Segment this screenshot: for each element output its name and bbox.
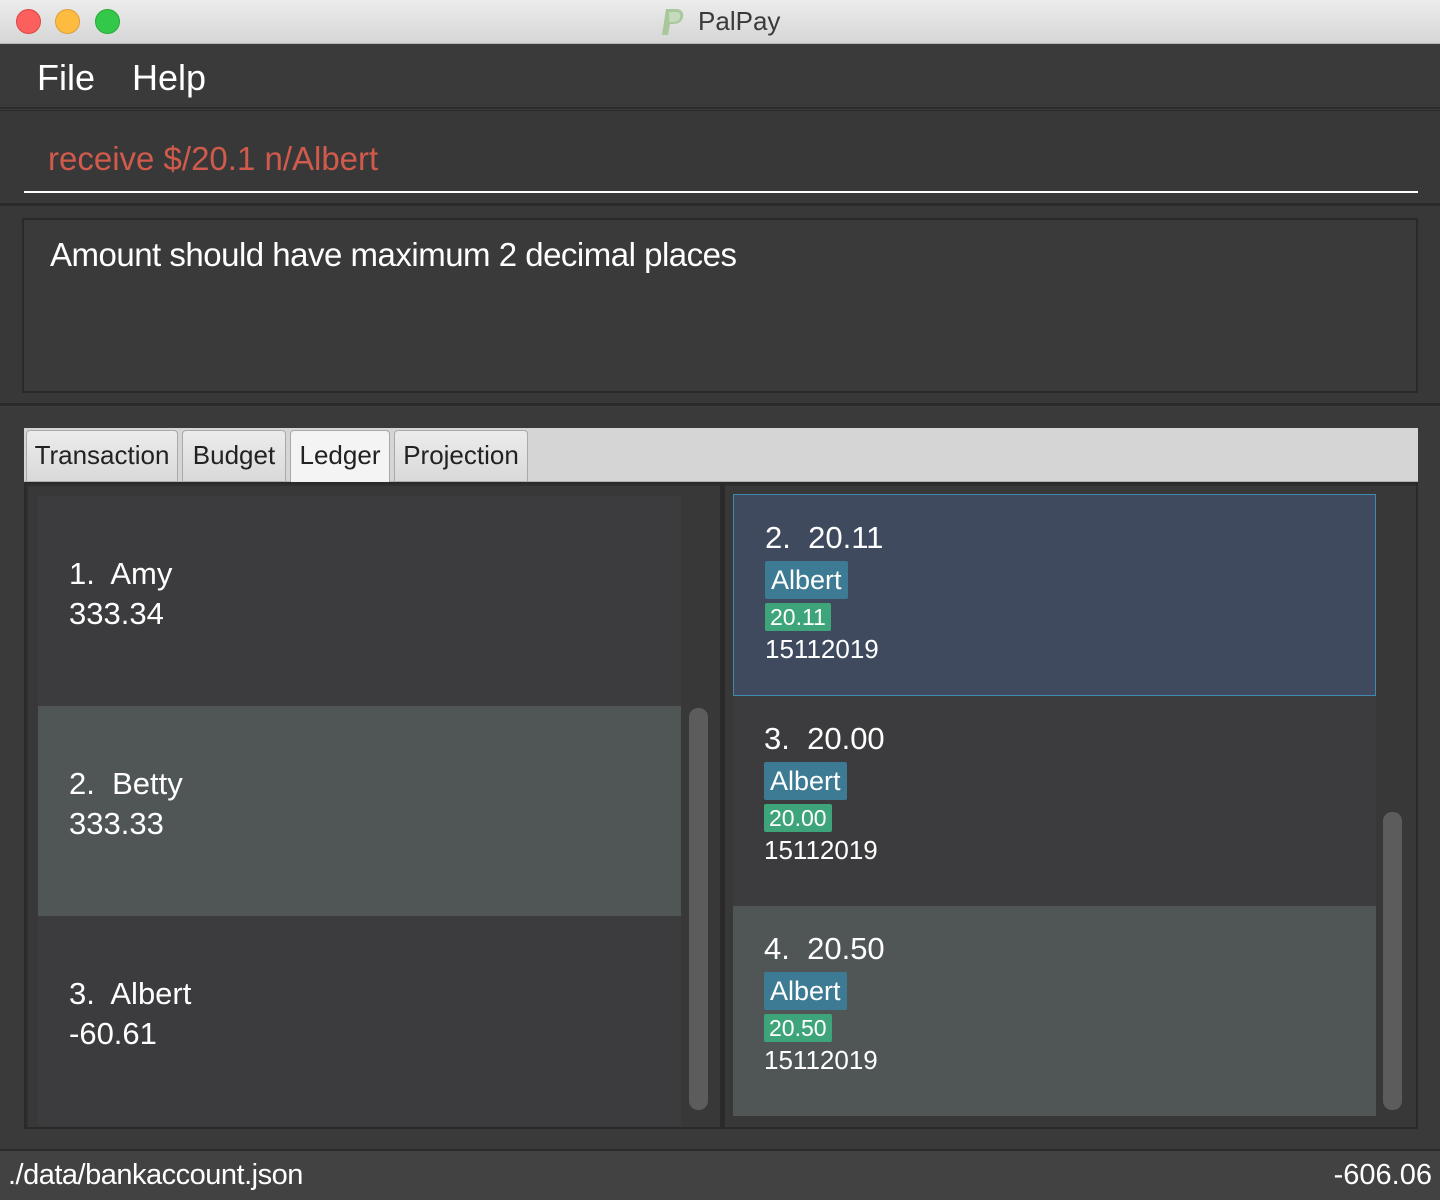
- person-name-line: 3. Albert: [69, 974, 681, 1014]
- transaction-header: 3. 20.00: [764, 718, 1376, 760]
- person-tag: Albert: [764, 972, 847, 1010]
- command-input[interactable]: receive $/20.1 n/Albert: [24, 129, 1418, 193]
- window-title: PalPay: [0, 6, 1440, 37]
- transaction-index: 4.: [764, 931, 790, 966]
- menu-file[interactable]: File: [37, 57, 95, 99]
- transaction-index: 3.: [764, 721, 790, 756]
- status-bar: ./data/bankaccount.json -606.06: [0, 1149, 1440, 1200]
- tab-projection[interactable]: Projection: [394, 430, 528, 481]
- person-name: Betty: [112, 766, 183, 801]
- person-card[interactable]: 1. Amy 333.34: [38, 496, 681, 706]
- person-balance: 333.34: [69, 596, 164, 631]
- tab-header: Transaction Budget Ledger Projection: [24, 428, 1418, 483]
- amount-tag: 20.11: [765, 603, 831, 631]
- transaction-amount: 20.50: [807, 931, 885, 966]
- result-display: Amount should have maximum 2 decimal pla…: [22, 218, 1418, 393]
- transaction-header: 2. 20.11: [765, 517, 1375, 559]
- menu-help[interactable]: Help: [132, 57, 206, 99]
- tab-budget[interactable]: Budget: [182, 430, 286, 481]
- amount-tag: 20.50: [764, 1014, 832, 1042]
- person-name: Albert: [110, 976, 192, 1011]
- transaction-date: 15112019: [765, 634, 879, 664]
- people-list-scrollbar[interactable]: [689, 708, 708, 1110]
- command-box-section: receive $/20.1 n/Albert: [0, 110, 1440, 206]
- person-balance: -60.61: [69, 1016, 157, 1051]
- tab-transaction[interactable]: Transaction: [26, 430, 178, 481]
- transaction-card[interactable]: 2. 20.11 Albert 20.11 15112019: [733, 494, 1376, 696]
- transaction-index: 2.: [765, 520, 791, 555]
- person-tag: Albert: [765, 561, 848, 599]
- person-index: 3.: [69, 976, 95, 1011]
- menu-bar: File Help: [0, 45, 1440, 109]
- people-list: 1. Amy 333.34 2. Betty 333.33 3. Albert …: [28, 486, 720, 1127]
- transaction-amount: 20.11: [808, 520, 884, 555]
- total-balance: -606.06: [1333, 1159, 1432, 1191]
- person-name: Amy: [110, 556, 173, 591]
- person-tag: Albert: [764, 762, 847, 800]
- ledger-tab-content: 1. Amy 333.34 2. Betty 333.33 3. Albert …: [24, 482, 1418, 1129]
- ledger-transaction-list: 2. 20.11 Albert 20.11 15112019 3. 20.00 …: [725, 486, 1416, 1127]
- person-index: 2.: [69, 766, 95, 801]
- palpay-logo-icon: [661, 8, 683, 35]
- transaction-list-scrollbar[interactable]: [1383, 812, 1402, 1110]
- transaction-header: 4. 20.50: [764, 928, 1376, 970]
- transaction-card[interactable]: 4. 20.50 Albert 20.50 15112019: [733, 906, 1376, 1116]
- transaction-card[interactable]: 3. 20.00 Albert 20.00 15112019: [733, 696, 1376, 906]
- amount-tag: 20.00: [764, 804, 832, 832]
- tab-ledger[interactable]: Ledger: [290, 430, 390, 483]
- person-card[interactable]: 2. Betty 333.33: [38, 706, 681, 916]
- tab-pane: Transaction Budget Ledger Projection 1. …: [0, 409, 1440, 1149]
- person-card[interactable]: 3. Albert -60.61: [38, 916, 681, 1126]
- app-title: PalPay: [698, 6, 781, 36]
- person-name-line: 1. Amy: [69, 554, 681, 594]
- save-file-path: ./data/bankaccount.json: [8, 1159, 303, 1191]
- transaction-amount: 20.00: [807, 721, 885, 756]
- title-bar: PalPay: [0, 0, 1440, 44]
- person-name-line: 2. Betty: [69, 764, 681, 804]
- transaction-date: 15112019: [764, 1045, 878, 1075]
- person-balance: 333.33: [69, 806, 164, 841]
- result-display-section: Amount should have maximum 2 decimal pla…: [0, 206, 1440, 406]
- person-index: 1.: [69, 556, 95, 591]
- transaction-date: 15112019: [764, 835, 878, 865]
